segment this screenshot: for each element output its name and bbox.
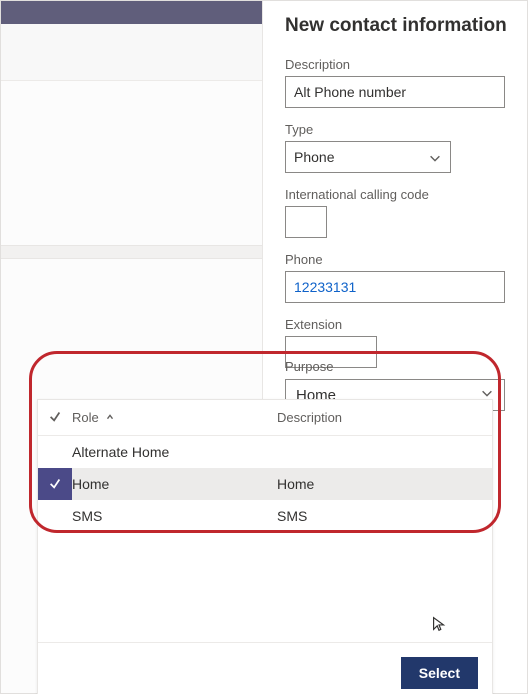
- lookup-row[interactable]: HomeHome: [38, 468, 492, 500]
- row-check-cell: [38, 468, 72, 500]
- description-header-label: Description: [277, 410, 342, 425]
- description-label: Description: [285, 57, 507, 72]
- phone-label: Phone: [285, 252, 507, 267]
- field-purpose: Purpose: [285, 359, 505, 378]
- left-strip-top: [1, 24, 264, 80]
- description-input[interactable]: Alt Phone number: [285, 76, 505, 108]
- field-phone: Phone 12233131: [285, 252, 507, 303]
- phone-input[interactable]: 12233131: [285, 271, 505, 303]
- field-description: Description Alt Phone number: [285, 57, 507, 108]
- type-select[interactable]: Phone: [285, 141, 451, 173]
- description-value: Alt Phone number: [294, 84, 406, 100]
- role-header-label: Role: [72, 410, 99, 425]
- lookup-footer: Select: [38, 642, 492, 694]
- phone-value: 12233131: [294, 279, 356, 295]
- field-type: Type Phone: [285, 122, 507, 173]
- sort-ascending-icon: [105, 410, 115, 425]
- field-intl-code: International calling code: [285, 187, 507, 238]
- chevron-down-icon: [428, 151, 442, 168]
- extension-label: Extension: [285, 317, 507, 332]
- left-header-bar: [1, 1, 264, 24]
- purpose-label: Purpose: [285, 359, 505, 374]
- app-shell: New contact information Description Alt …: [0, 0, 528, 694]
- select-button[interactable]: Select: [401, 657, 478, 689]
- panel-title: New contact information: [285, 15, 507, 37]
- check-icon: [48, 476, 62, 493]
- intl-code-label: International calling code: [285, 187, 507, 202]
- row-description-cell: SMS: [277, 508, 492, 524]
- left-divider-block: [1, 245, 264, 259]
- row-description-cell: Home: [277, 476, 492, 492]
- cursor-icon: [430, 615, 448, 636]
- description-column-header[interactable]: Description: [277, 410, 492, 425]
- lookup-header: Role Description: [38, 400, 492, 436]
- purpose-lookup-flyout: Role Description Alternate HomeHomeHomeS…: [37, 399, 493, 694]
- checkmark-column-header[interactable]: [38, 409, 72, 426]
- intl-code-input[interactable]: [285, 206, 327, 238]
- row-role-cell: SMS: [72, 508, 277, 524]
- type-label: Type: [285, 122, 507, 137]
- lookup-row[interactable]: SMSSMS: [38, 500, 492, 532]
- row-role-cell: Home: [72, 476, 277, 492]
- role-column-header[interactable]: Role: [72, 410, 277, 425]
- check-icon: [48, 409, 62, 426]
- row-role-cell: Alternate Home: [72, 444, 277, 460]
- lookup-row[interactable]: Alternate Home: [38, 436, 492, 468]
- type-value: Phone: [294, 149, 334, 165]
- lookup-body: Alternate HomeHomeHomeSMSSMS: [38, 436, 492, 532]
- lookup-whitespace: [38, 532, 492, 642]
